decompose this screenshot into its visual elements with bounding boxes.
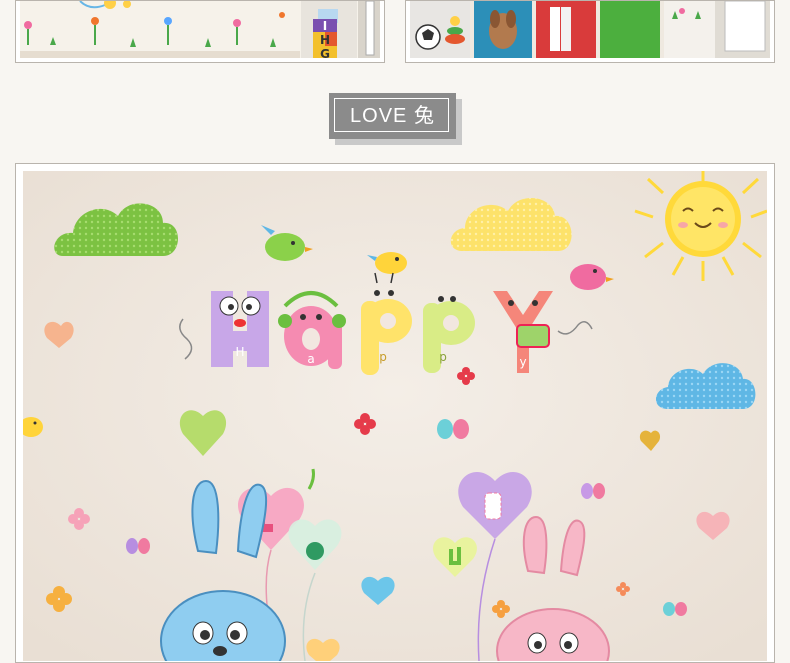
- thumbnail-left-illustration: I H G: [20, 1, 380, 58]
- letter-p-2: p: [439, 350, 447, 364]
- letter-p-1: p: [379, 350, 387, 364]
- toy-block-letter-g: G: [320, 47, 330, 58]
- thumbnail-photo-left: I H G: [20, 1, 380, 58]
- letter-h: H: [235, 345, 244, 359]
- main-product-image-frame[interactable]: H a p p y: [15, 163, 775, 663]
- section-title-badge: LOVE 兔: [329, 93, 462, 145]
- thumbnail-right-illustration: [410, 1, 770, 58]
- letter-y: y: [519, 355, 526, 369]
- main-product-image: H a p p y: [23, 171, 767, 661]
- product-thumbnail-right[interactable]: [405, 0, 775, 63]
- wall-sticker-illustration: H a p p y: [23, 171, 767, 661]
- toy-block-letter-h: H: [320, 33, 330, 47]
- product-thumbnail-left[interactable]: I H G: [15, 0, 385, 63]
- section-title: LOVE 兔: [350, 105, 435, 127]
- thumbnail-photo-right: [410, 1, 770, 58]
- letter-a: a: [307, 352, 314, 366]
- toy-block-letter-i: I: [323, 19, 327, 33]
